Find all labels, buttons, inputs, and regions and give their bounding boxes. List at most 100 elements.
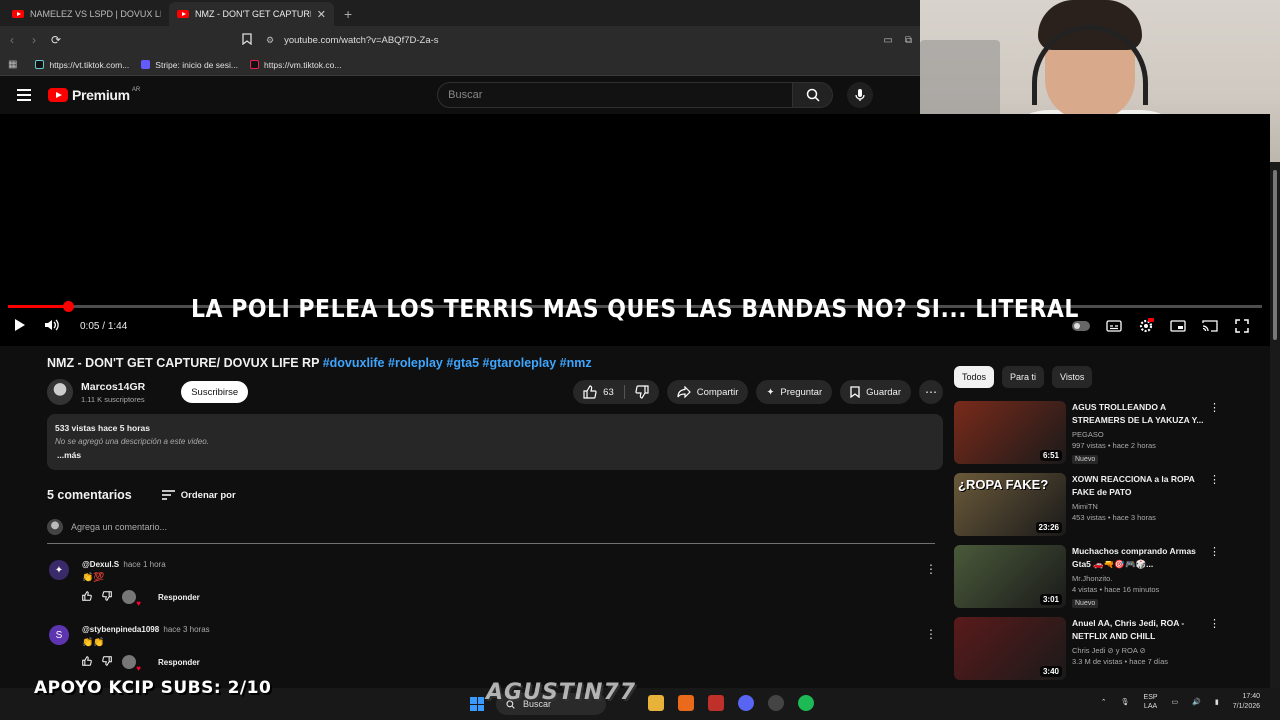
app-icon[interactable]: [678, 695, 694, 711]
share-button[interactable]: Compartir: [666, 380, 749, 404]
subtitles-icon[interactable]: [1106, 318, 1122, 334]
rec-more-icon[interactable]: ⋮: [1209, 545, 1220, 558]
comment-dislike-icon[interactable]: [102, 590, 112, 604]
bookmark-item[interactable]: Stripe: inicio de sesi...: [141, 60, 238, 70]
rec-title[interactable]: AGUS TROLLEANDO A STREAMERS DE LA YAKUZA…: [1072, 401, 1212, 427]
description-box[interactable]: 533 vistas hace 5 horas No se agregó una…: [47, 414, 943, 470]
reload-button[interactable]: ⟳: [46, 33, 66, 47]
new-tab-button[interactable]: +: [334, 6, 362, 26]
page-scrollbar[interactable]: [1270, 162, 1280, 688]
dislike-button[interactable]: [625, 380, 659, 404]
comment-more-icon[interactable]: ⋮: [925, 562, 937, 576]
rec-channel[interactable]: Chris Jedi ⊘ y ROA ⊘: [1072, 646, 1212, 655]
save-button[interactable]: Guardar: [840, 380, 911, 404]
reply-button[interactable]: Responder: [158, 593, 200, 602]
chip-vistos[interactable]: Vistos: [1052, 366, 1093, 388]
settings-gear-icon[interactable]: [1138, 318, 1154, 334]
rec-channel[interactable]: MimiTN: [1072, 502, 1212, 511]
comment-dislike-icon[interactable]: [102, 655, 112, 669]
video-thumbnail[interactable]: 3:01: [954, 545, 1066, 608]
discord-icon[interactable]: [738, 695, 754, 711]
rec-more-icon[interactable]: ⋮: [1209, 401, 1220, 414]
autoplay-toggle[interactable]: [1072, 321, 1090, 331]
recommended-video[interactable]: 6:51 AGUS TROLLEANDO A STREAMERS DE LA Y…: [954, 401, 1224, 467]
brave-browser-icon[interactable]: [708, 695, 724, 711]
chip-todos[interactable]: Todos: [954, 366, 995, 388]
add-comment-field[interactable]: Agrega un comentario...: [47, 519, 935, 544]
channel-name[interactable]: Marcos14GR: [81, 381, 145, 393]
channel-avatar[interactable]: [47, 379, 73, 405]
comment-author[interactable]: @Dexul.S: [82, 560, 119, 569]
play-button[interactable]: [14, 318, 26, 335]
back-button[interactable]: ‹: [2, 33, 22, 47]
spotify-icon[interactable]: [798, 695, 814, 711]
video-thumbnail[interactable]: ¿ROPA FAKE? 23:26: [954, 473, 1066, 536]
microphone-tray-icon[interactable]: 🎙: [1121, 698, 1130, 706]
search-input[interactable]: Buscar: [437, 82, 794, 108]
rec-title[interactable]: Anuel AA, Chris Jedi, ROA - NETFLIX AND …: [1072, 617, 1212, 643]
install-app-icon[interactable]: ▭: [883, 35, 892, 46]
chip-para-ti[interactable]: Para ti: [1002, 366, 1045, 388]
menu-icon[interactable]: [17, 86, 31, 104]
search-button[interactable]: [793, 82, 834, 108]
more-actions-icon[interactable]: ⋯: [919, 380, 943, 404]
voice-search-button[interactable]: [847, 82, 874, 108]
show-more-link[interactable]: ...más: [57, 450, 935, 460]
rec-channel[interactable]: PEGASO: [1072, 430, 1212, 439]
hashtag-link[interactable]: #gta5: [446, 356, 479, 370]
video-thumbnail[interactable]: 3:40: [954, 617, 1066, 680]
scrollbar-thumb[interactable]: [1273, 170, 1277, 340]
comment-like-icon[interactable]: [82, 590, 92, 604]
file-explorer-icon[interactable]: [648, 695, 664, 711]
close-tab-icon[interactable]: ✕: [317, 8, 326, 21]
rec-more-icon[interactable]: ⋮: [1209, 473, 1220, 486]
hashtag-link[interactable]: #gtaroleplay: [483, 356, 557, 370]
rec-title[interactable]: XOWN REACCIONA a la ROPA FAKE de PATO: [1072, 473, 1212, 499]
fullscreen-icon[interactable]: [1234, 318, 1250, 334]
hashtag-link[interactable]: #dovuxlife: [323, 356, 385, 370]
volume-tray-icon[interactable]: 🔊: [1192, 698, 1201, 706]
like-button[interactable]: 63: [573, 380, 624, 404]
apps-grid-icon[interactable]: ▦: [8, 59, 17, 70]
rec-title[interactable]: Muchachos comprando Armas Gta5 🚗🔫🎯🎮🎲...: [1072, 545, 1212, 571]
url-field[interactable]: ⚙ youtube.com/watch?v=ABQf7D-Za-s: [266, 35, 883, 46]
recommended-video[interactable]: 3:01 Muchachos comprando Armas Gta5 🚗🔫🎯🎮…: [954, 545, 1224, 611]
clock[interactable]: 17:40 7/1/2026: [1233, 692, 1260, 712]
recommended-video[interactable]: ¿ROPA FAKE? 23:26 XOWN REACCIONA a la RO…: [954, 473, 1224, 539]
browser-tab-active[interactable]: NMZ - DON'T GET CAPTURE/ D ✕: [169, 2, 334, 26]
hashtag-link[interactable]: #nmz: [560, 356, 592, 370]
comment-like-icon[interactable]: [82, 655, 92, 669]
bookmark-item[interactable]: https://vt.tiktok.com...: [35, 60, 129, 70]
commenter-avatar[interactable]: ✦: [49, 560, 69, 580]
windows-start-icon[interactable]: [470, 697, 484, 711]
browser-tab[interactable]: NAMELEZ VS LSPD | DOVUX LIFE - Yo: [4, 2, 169, 26]
extensions-icon[interactable]: ⧉: [905, 35, 912, 46]
bookmark-item[interactable]: https://vm.tiktok.co...: [249, 60, 341, 70]
progress-bar[interactable]: [8, 301, 1262, 312]
language-indicator[interactable]: ESP LAA: [1144, 693, 1158, 711]
rec-channel[interactable]: Mr.Jhonzito.: [1072, 574, 1212, 583]
commenter-avatar[interactable]: S: [49, 625, 69, 645]
tray-chevron-icon[interactable]: ⌃: [1101, 698, 1107, 706]
video-thumbnail[interactable]: 6:51: [954, 401, 1066, 464]
hashtag-link[interactable]: #roleplay: [388, 356, 443, 370]
site-settings-icon[interactable]: ⚙: [266, 35, 274, 46]
subscribe-button[interactable]: Suscribirse: [181, 381, 249, 403]
comment-author[interactable]: @stybenpineda1098: [82, 625, 159, 634]
battery-icon[interactable]: ▮: [1215, 698, 1219, 706]
cast-icon[interactable]: [1202, 318, 1218, 334]
forward-button[interactable]: ›: [24, 33, 44, 47]
ask-button[interactable]: ✦ Preguntar: [756, 380, 833, 404]
volume-button[interactable]: [44, 318, 60, 335]
bookmark-icon[interactable]: [242, 32, 252, 48]
recommended-video[interactable]: 3:40 Anuel AA, Chris Jedi, ROA - NETFLIX…: [954, 617, 1224, 683]
video-player[interactable]: LA POLI PELEA LOS TERRIS MAS QUES LAS BA…: [0, 114, 1270, 346]
steam-icon[interactable]: [768, 695, 784, 711]
reply-button[interactable]: Responder: [158, 658, 200, 667]
rec-more-icon[interactable]: ⋮: [1209, 617, 1220, 630]
network-icon[interactable]: ▭: [1172, 698, 1179, 706]
youtube-logo[interactable]: Premium AR: [48, 87, 140, 103]
miniplayer-icon[interactable]: [1170, 318, 1186, 334]
comment-more-icon[interactable]: ⋮: [925, 627, 937, 641]
sort-button[interactable]: Ordenar por: [161, 490, 236, 501]
